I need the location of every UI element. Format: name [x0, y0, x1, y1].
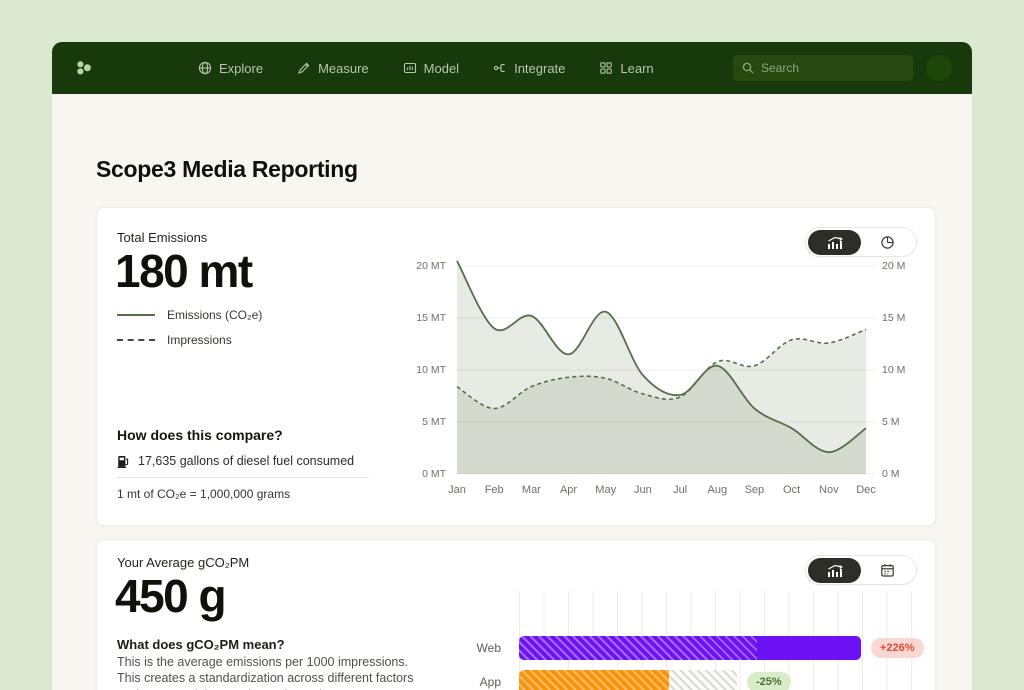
right-axis-tick: 20 M — [882, 260, 942, 272]
chart-type-toggle — [805, 555, 917, 585]
month-label: Nov — [811, 484, 847, 496]
chart-legend: Emissions (CO₂e) Impressions — [117, 308, 262, 347]
left-axis-tick: 20 MT — [386, 260, 446, 272]
total-emissions-value: 180 mt — [115, 244, 252, 298]
pencil-icon — [297, 61, 311, 75]
calendar-icon — [880, 563, 895, 578]
change-badge: -25% — [747, 672, 791, 690]
month-label: Feb — [476, 484, 512, 496]
legend-label: Impressions — [167, 333, 232, 347]
area-chart-svg — [456, 245, 876, 474]
month-label: Jul — [662, 484, 698, 496]
gco2pm-card: Your Average gCO₂PM 450 g What does gCO₂… — [96, 539, 936, 690]
divider — [117, 477, 369, 478]
top-navbar: Explore Measure Model — [52, 42, 972, 94]
chart-icon — [827, 564, 843, 577]
bar-row: Web +226% — [117, 636, 933, 660]
emissions-impressions-chart — [456, 245, 876, 474]
left-axis-tick: 5 MT — [386, 416, 446, 428]
left-axis-tick: 0 MT — [386, 468, 446, 480]
month-label: Sep — [736, 484, 772, 496]
compare-row: 17,635 gallons of diesel fuel consumed — [117, 454, 354, 468]
compare-heading: How does this compare? — [117, 427, 283, 443]
right-axis-tick: 5 M — [882, 416, 942, 428]
month-label: Apr — [551, 484, 587, 496]
plug-icon — [493, 61, 507, 75]
compare-item-text: 17,635 gallons of diesel fuel consumed — [138, 454, 354, 468]
user-avatar[interactable] — [926, 55, 952, 81]
solid-line-swatch — [117, 314, 155, 316]
total-emissions-card: Total Emissions 180 mt Emissions (CO₂e) … — [96, 207, 936, 526]
card-title: Total Emissions — [117, 230, 207, 245]
pie-icon — [880, 235, 895, 250]
nav-item-model[interactable]: Model — [403, 61, 459, 76]
calendar-toggle-button[interactable] — [861, 558, 914, 583]
conversion-footnote: 1 mt of CO₂e = 1,000,000 grams — [117, 487, 290, 501]
bar-segment-solid — [757, 636, 861, 660]
main-panel: Scope3 Media Reporting Total Emissions 1… — [52, 94, 972, 690]
month-label: Jun — [625, 484, 661, 496]
legend-item-impressions: Impressions — [117, 333, 262, 347]
left-axis-tick: 15 MT — [386, 312, 446, 324]
nav-item-explore[interactable]: Explore — [198, 61, 263, 76]
grid-icon — [599, 61, 613, 75]
bar-segment-hatched — [519, 636, 757, 660]
chart-box-icon — [403, 61, 417, 75]
nav-item-measure[interactable]: Measure — [297, 61, 369, 76]
nav-item-learn[interactable]: Learn — [599, 61, 653, 76]
bar-category-label: App — [117, 675, 501, 689]
nav-menu: Explore Measure Model — [198, 61, 654, 76]
month-label: Dec — [848, 484, 884, 496]
channel-bar-chart: Web+226%App-25%Social+116% — [117, 591, 933, 690]
fuel-pump-icon — [117, 455, 129, 468]
bar-chart-toggle-button[interactable] — [808, 558, 861, 583]
nav-item-label: Learn — [620, 61, 653, 76]
nav-item-label: Integrate — [514, 61, 565, 76]
bar-segment-ghost — [669, 670, 737, 690]
right-axis-tick: 0 M — [882, 468, 942, 480]
left-axis-tick: 10 MT — [386, 364, 446, 376]
bar — [519, 670, 737, 690]
page-title: Scope3 Media Reporting — [96, 156, 358, 183]
month-label: Mar — [513, 484, 549, 496]
app-window: Explore Measure Model — [52, 42, 972, 690]
right-axis-tick: 10 M — [882, 364, 942, 376]
month-label: Jan — [439, 484, 475, 496]
change-badge: +226% — [871, 638, 924, 658]
nav-item-label: Model — [424, 61, 459, 76]
bar-row: App -25% — [117, 670, 933, 690]
legend-label: Emissions (CO₂e) — [167, 308, 262, 322]
bar-segment-hatched — [519, 670, 669, 690]
nav-item-integrate[interactable]: Integrate — [493, 61, 565, 76]
scope3-logo[interactable] — [75, 60, 93, 76]
month-label: Oct — [774, 484, 810, 496]
month-label: May — [588, 484, 624, 496]
legend-item-emissions: Emissions (CO₂e) — [117, 308, 262, 322]
nav-item-label: Explore — [219, 61, 263, 76]
search-input[interactable] — [761, 61, 904, 75]
search-icon — [742, 62, 754, 74]
right-axis-tick: 15 M — [882, 312, 942, 324]
card-title: Your Average gCO₂PM — [117, 555, 249, 570]
dashed-line-swatch — [117, 339, 155, 341]
bar-category-label: Web — [117, 641, 501, 655]
page-background: Explore Measure Model — [0, 0, 1024, 690]
month-label: Aug — [699, 484, 735, 496]
globe-icon — [198, 61, 212, 75]
bar — [519, 636, 861, 660]
search-box[interactable] — [733, 55, 913, 81]
nav-item-label: Measure — [318, 61, 369, 76]
